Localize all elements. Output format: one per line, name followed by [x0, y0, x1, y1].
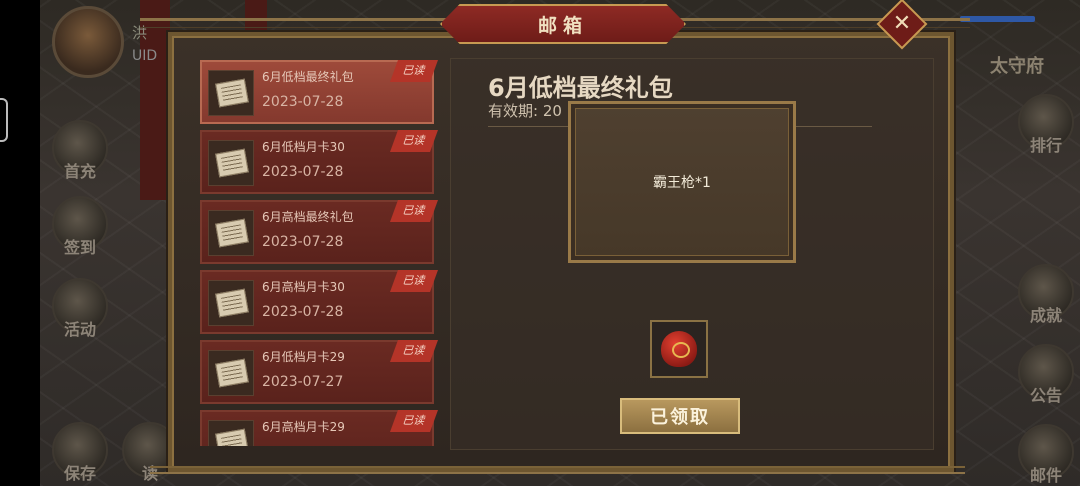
mail-item[interactable]: 6月高档最终礼包 2023-07-28 已读: [200, 200, 438, 264]
mail-button[interactable]: 邮件: [1016, 424, 1076, 486]
mail-date: 2023-07-27: [262, 374, 344, 390]
ranking-button[interactable]: 排行: [1016, 94, 1076, 156]
mail-title: 6月高档月卡30: [262, 280, 345, 294]
resource-bar: [960, 16, 1035, 22]
mail-list[interactable]: 6月低档最终礼包 2023-07-28 已读 6月低档月卡30 2023-07-…: [200, 60, 438, 446]
letter-icon: [208, 210, 254, 256]
claimed-button[interactable]: 已领取: [620, 398, 740, 434]
side-button-label: 公告: [1029, 386, 1062, 405]
mail-date: 2023-07-28: [262, 164, 344, 180]
reward-tooltip: 霸王枪*1: [568, 101, 796, 263]
mail-title: 6月低档最终礼包: [262, 70, 354, 84]
mail-date: 2023-07-28: [262, 94, 344, 110]
achievement-button[interactable]: 成就: [1016, 264, 1076, 326]
mail-validity: 有效期: 20: [488, 102, 562, 120]
mail-item[interactable]: 6月高档月卡30 2023-07-28 已读: [200, 270, 438, 334]
letter-icon: [208, 280, 254, 326]
mail-item[interactable]: 6月高档月卡29 已读: [200, 410, 438, 446]
mail-date: 2023-07-28: [262, 234, 344, 250]
side-button-label: 邮件: [1029, 466, 1062, 485]
mail-item[interactable]: 6月低档月卡30 2023-07-28 已读: [200, 130, 438, 194]
mail-title: 6月低档月卡30: [262, 140, 345, 154]
side-button-label: 排行: [1029, 136, 1062, 155]
letter-icon: [208, 140, 254, 186]
mail-title: 6月低档月卡29: [262, 350, 345, 364]
panel-frame-bottom: [150, 466, 965, 474]
save-button[interactable]: 保存: [50, 422, 110, 484]
player-avatar[interactable]: [52, 6, 124, 78]
attachment-slot[interactable]: [650, 320, 708, 378]
read-badge: 已读: [389, 270, 438, 292]
letter-icon: [208, 420, 254, 446]
letter-icon: [208, 70, 254, 116]
sign-in-button[interactable]: 签到: [50, 196, 110, 258]
system-handle[interactable]: [0, 98, 8, 142]
side-button-label: 保存: [63, 464, 96, 483]
mail-title: 6月高档月卡29: [262, 420, 345, 434]
mail-item[interactable]: 6月低档最终礼包 2023-07-28 已读: [200, 60, 438, 124]
letter-icon: [208, 350, 254, 396]
system-left-bar: [0, 0, 40, 486]
mail-title: 6月高档最终礼包: [262, 210, 354, 224]
notice-button[interactable]: 公告: [1016, 344, 1076, 406]
read-badge: 已读: [389, 130, 438, 152]
mail-detail-title: 6月低档最终礼包: [488, 74, 673, 102]
panel-title: 邮箱: [537, 14, 588, 37]
red-pouch-icon: [661, 331, 697, 367]
side-button-label: 成就: [1029, 306, 1062, 325]
event-button[interactable]: 活动: [50, 278, 110, 340]
side-button-label: 活动: [63, 320, 96, 339]
uid-label: UID: [132, 48, 158, 64]
mail-date: 2023-07-28: [262, 304, 344, 320]
city-name: 太守府: [990, 56, 1044, 77]
side-button-label: 签到: [63, 238, 96, 257]
mail-item[interactable]: 6月低档月卡29 2023-07-27 已读: [200, 340, 438, 404]
first-charge-button[interactable]: 首充: [50, 120, 110, 182]
read-badge: 已读: [389, 200, 438, 222]
read-badge: 已读: [389, 410, 438, 432]
side-button-label: 首充: [63, 162, 96, 181]
read-badge: 已读: [389, 60, 438, 82]
panel-title-plate: 邮箱: [440, 4, 686, 44]
read-badge: 已读: [389, 340, 438, 362]
reward-tooltip-text: 霸王枪*1: [653, 175, 711, 191]
